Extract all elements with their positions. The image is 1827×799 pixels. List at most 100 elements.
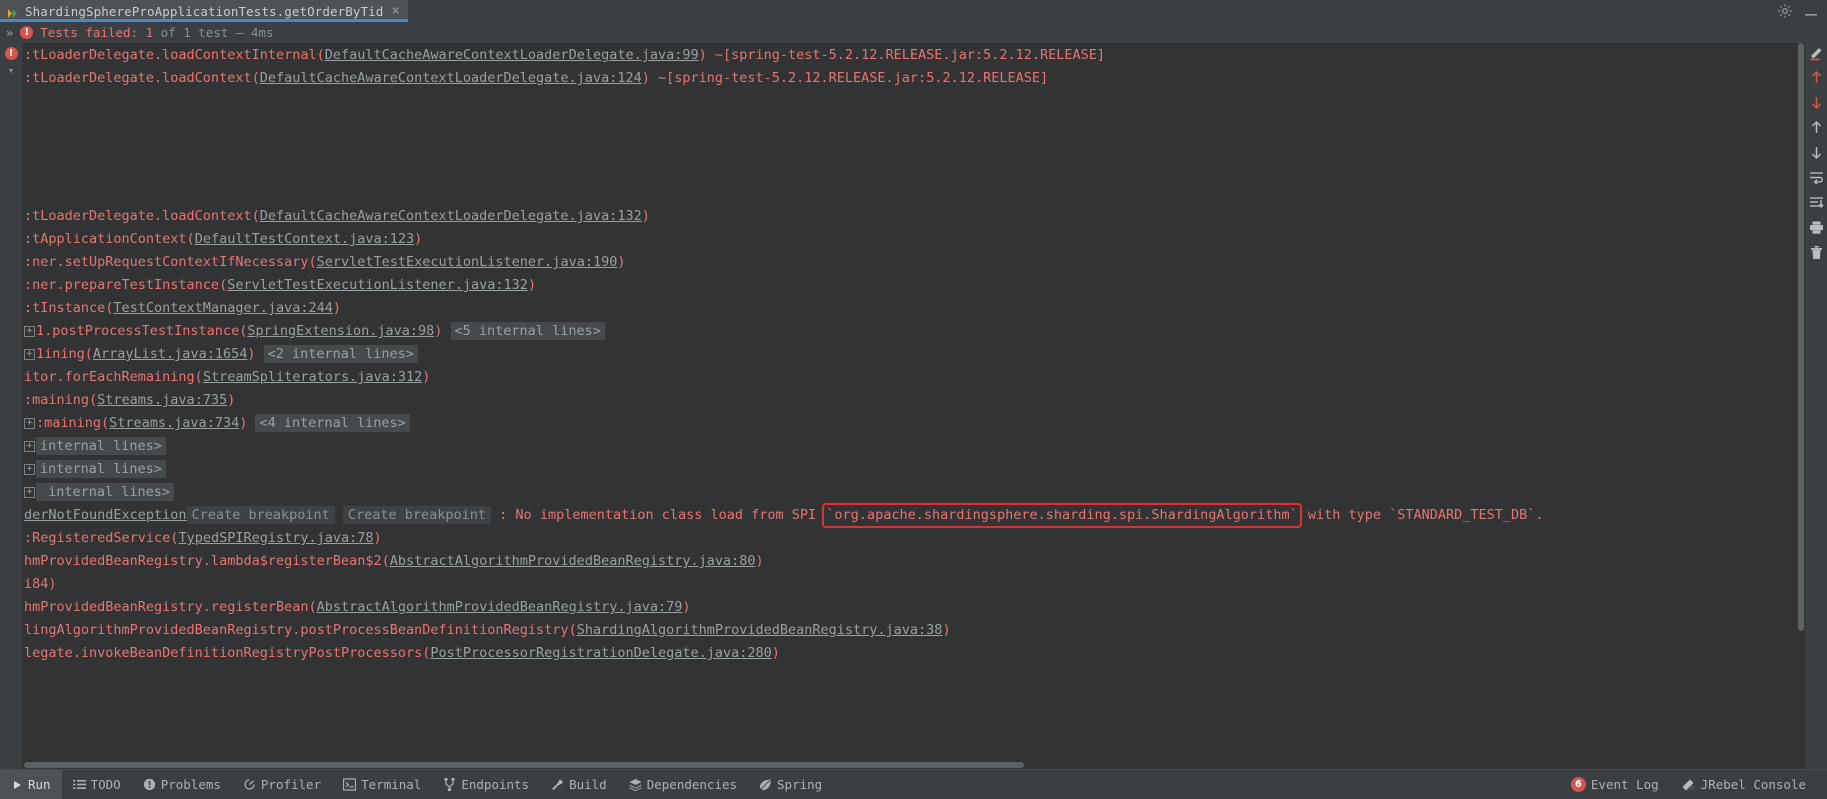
scroll-down-button[interactable]: [1808, 144, 1825, 161]
console-text: ) ~[spring-test-5.2.12.RELEASE.jar:5.2.1…: [698, 47, 1105, 63]
scrollbar-thumb-horizontal[interactable]: [24, 762, 1024, 768]
console-line[interactable]: i84): [22, 573, 1805, 596]
console-vertical-scrollbar[interactable]: [1797, 43, 1805, 769]
source-link[interactable]: SpringExtension.java:98: [247, 323, 434, 339]
fold-expand-icon[interactable]: +: [24, 349, 35, 360]
tool-window-button-problems[interactable]: Problems: [132, 770, 232, 799]
tool-window-button-spring[interactable]: Spring: [748, 770, 833, 799]
internal-lines-badge[interactable]: internal lines>: [36, 437, 166, 455]
internal-lines-badge[interactable]: internal lines>: [36, 460, 166, 478]
tool-window-button-todo[interactable]: TODO: [62, 770, 132, 799]
source-link[interactable]: Streams.java:734: [109, 415, 239, 431]
source-link[interactable]: ShardingAlgorithmProvidedBeanRegistry.ja…: [577, 622, 943, 638]
run-configuration-tab[interactable]: ShardingSphereProApplicationTests.getOrd…: [0, 0, 408, 22]
console-line[interactable]: +1.postProcessTestInstance(SpringExtensi…: [22, 320, 1805, 343]
tool-window-button-profiler[interactable]: Profiler: [232, 770, 332, 799]
console-line[interactable]: lingAlgorithmProvidedBeanRegistry.postPr…: [22, 619, 1805, 642]
console-line[interactable]: [22, 90, 1805, 113]
source-link[interactable]: TestContextManager.java:244: [113, 300, 332, 316]
use-soft-wraps-button[interactable]: [1808, 169, 1825, 186]
source-link[interactable]: TypedSPIRegistry.java:78: [178, 530, 373, 546]
source-link[interactable]: DefaultCacheAwareContextLoaderDelegate.j…: [260, 208, 642, 224]
console-line[interactable]: [22, 136, 1805, 159]
console-text: ): [247, 346, 264, 362]
internal-lines-badge[interactable]: internal lines>: [36, 483, 175, 501]
console-line[interactable]: legate.invokeBeanDefinitionRegistryPostP…: [22, 642, 1805, 665]
console-line[interactable]: hmProvidedBeanRegistry.registerBean(Abst…: [22, 596, 1805, 619]
fold-expand-icon[interactable]: +: [24, 418, 35, 429]
tool-window-button-run[interactable]: Run: [0, 770, 62, 799]
internal-lines-badge[interactable]: <5 internal lines>: [450, 322, 605, 340]
clear-all-button[interactable]: [1808, 244, 1825, 261]
scroll-up-button[interactable]: [1808, 119, 1825, 136]
console-text: ): [682, 599, 691, 615]
source-link[interactable]: DefaultTestContext.java:123: [195, 231, 414, 247]
fold-expand-icon[interactable]: +: [24, 464, 35, 475]
console-horizontal-scrollbar[interactable]: [22, 761, 1797, 769]
source-link[interactable]: AbstractAlgorithmProvidedBeanRegistry.ja…: [390, 553, 756, 569]
console-line[interactable]: + internal lines>: [22, 435, 1805, 458]
source-link[interactable]: AbstractAlgorithmProvidedBeanRegistry.ja…: [317, 599, 683, 615]
source-link[interactable]: ServletTestExecutionListener.java:132: [227, 277, 528, 293]
console-line[interactable]: :RegisteredService(TypedSPIRegistry.java…: [22, 527, 1805, 550]
console-line[interactable]: :maining(Streams.java:735): [22, 389, 1805, 412]
print-button[interactable]: [1808, 219, 1825, 236]
console-line[interactable]: :ner.prepareTestInstance(ServletTestExec…: [22, 274, 1805, 297]
soft-wrap-button[interactable]: [1808, 44, 1825, 61]
source-link[interactable]: ArrayList.java:1654: [93, 346, 247, 362]
error-exclamation-icon: !: [20, 26, 34, 39]
internal-lines-badge[interactable]: <4 internal lines>: [255, 414, 410, 432]
scrollbar-thumb[interactable]: [1798, 43, 1804, 631]
minimize-icon[interactable]: [1803, 3, 1819, 19]
console-exception-line[interactable]: derNotFoundException Create breakpoint Cr…: [22, 503, 1805, 528]
console-line[interactable]: +1ining(ArrayList.java:1654) <2 internal…: [22, 343, 1805, 366]
console-line[interactable]: :tInstance(TestContextManager.java:244): [22, 297, 1805, 320]
fold-expand-icon[interactable]: +: [24, 441, 35, 452]
fold-expand-icon[interactable]: +: [24, 326, 35, 337]
source-link[interactable]: ServletTestExecutionListener.java:190: [317, 254, 618, 270]
event-log-button[interactable]: 6 Event Log: [1560, 770, 1670, 799]
create-breakpoint-chip[interactable]: Create breakpoint: [186, 506, 335, 524]
console-line[interactable]: itor.forEachRemaining(StreamSpliterators…: [22, 366, 1805, 389]
error-exclamation-icon[interactable]: !: [4, 47, 18, 60]
console-text: :ner.prepareTestInstance(: [24, 277, 228, 293]
console-output[interactable]: :tLoaderDelegate.loadContextInternal(Def…: [22, 43, 1805, 769]
console-line[interactable]: :tLoaderDelegate.loadContext(DefaultCach…: [22, 205, 1805, 228]
fold-expand-icon[interactable]: +: [24, 487, 35, 498]
tool-window-button-dependencies[interactable]: Dependencies: [618, 770, 748, 799]
console-line[interactable]: hmProvidedBeanRegistry.lambda$registerBe…: [22, 550, 1805, 573]
console-line[interactable]: + internal lines>: [22, 458, 1805, 481]
create-breakpoint-chip[interactable]: Create breakpoint: [342, 506, 492, 524]
console-line[interactable]: :tLoaderDelegate.loadContext(DefaultCach…: [22, 67, 1805, 90]
console-line[interactable]: :tApplicationContext(DefaultTestContext.…: [22, 228, 1805, 251]
tool-window-button-endpoints[interactable]: Endpoints: [432, 770, 540, 799]
expand-chevron-icon[interactable]: »: [6, 27, 13, 39]
jrebel-console-button[interactable]: JR JRebel Console: [1670, 770, 1817, 799]
tool-window-button-terminal[interactable]: Terminal: [332, 770, 432, 799]
console-line[interactable]: [22, 159, 1805, 182]
profiler-icon: [243, 778, 256, 791]
console-line[interactable]: +:maining(Streams.java:734) <4 internal …: [22, 412, 1805, 435]
source-link[interactable]: DefaultCacheAwareContextLoaderDelegate.j…: [325, 47, 699, 63]
source-link[interactable]: Streams.java:735: [97, 392, 227, 408]
source-link[interactable]: PostProcessorRegistrationDelegate.java:2…: [430, 645, 771, 661]
gear-icon[interactable]: [1777, 3, 1793, 19]
scroll-to-end-button[interactable]: [1808, 194, 1825, 211]
source-link[interactable]: StreamSpliterators.java:312: [203, 369, 422, 385]
console-line[interactable]: + internal lines>: [22, 481, 1805, 504]
console-line[interactable]: :ner.setUpRequestContextIfNecessary(Serv…: [22, 251, 1805, 274]
tests-summary-suffix: of 1 test – 4ms: [153, 25, 274, 40]
internal-lines-badge[interactable]: <2 internal lines>: [263, 345, 418, 363]
source-link[interactable]: DefaultCacheAwareContextLoaderDelegate.j…: [260, 70, 642, 86]
console-line-list: :tLoaderDelegate.loadContextInternal(Def…: [22, 44, 1805, 665]
close-icon[interactable]: ×: [389, 4, 399, 18]
next-problem-button[interactable]: [1808, 94, 1825, 111]
console-line[interactable]: [22, 182, 1805, 205]
previous-problem-button[interactable]: [1808, 69, 1825, 86]
console-line[interactable]: [22, 113, 1805, 136]
source-link[interactable]: derNotFoundException: [24, 507, 187, 523]
tool-window-button-build[interactable]: Build: [540, 770, 618, 799]
highlighted-spi-class: `org.apache.shardingsphere.sharding.spi.…: [822, 503, 1302, 528]
chevron-down-icon[interactable]: ▾: [0, 64, 22, 77]
console-line[interactable]: :tLoaderDelegate.loadContextInternal(Def…: [22, 44, 1805, 67]
